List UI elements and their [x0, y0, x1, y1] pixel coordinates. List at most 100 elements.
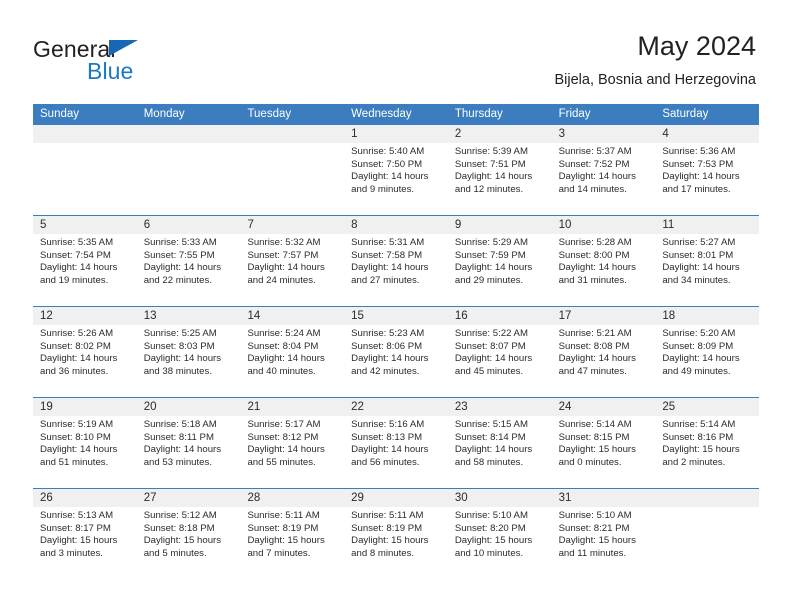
daylight-text-line2: and 58 minutes.: [454, 456, 524, 468]
calendar-day-cell[interactable]: 6 Sunrise: 5:33 AM Sunset: 7:55 PM Daylight…: [136, 216, 241, 306]
daylight-text-line2: and 31 minutes.: [558, 274, 627, 286]
sunrise-text: Sunrise: 5:21 AM: [558, 328, 632, 339]
sunrise-text: Sunrise: 5:13 AM: [40, 510, 114, 521]
calendar-day-cell[interactable]: 5 Sunrise: 5:35 AM Sunset: 7:54 PM Daylight…: [33, 216, 137, 306]
calendar-day-cell[interactable]: 7 Sunrise: 5:32 AM Sunset: 7:57 PM Daylight…: [240, 216, 345, 306]
calendar-day-cell[interactable]: 18 Sunrise: 5:20 AM Sunset: 8:09 PM Dayligh…: [655, 307, 760, 397]
daylight-text-line2: and 29 minutes.: [454, 274, 524, 286]
daylight-text-line1: Daylight: 14 hours: [40, 444, 118, 456]
sunrise-text: Sunrise: 5:10 AM: [454, 510, 528, 521]
calendar-day-cell[interactable]: 27 Sunrise: 5:12 AM Sunset: 8:18 PM Dayligh…: [136, 489, 241, 579]
daylight-text-line2: and 47 minutes.: [558, 365, 627, 377]
calendar-week-row: 5 Sunrise: 5:35 AM Sunset: 7:54 PM Daylight…: [33, 215, 760, 306]
daylight-text-line2: and 49 minutes.: [662, 365, 731, 377]
calendar-week-row: 12 Sunrise: 5:26 AM Sunset: 8:02 PM Dayligh…: [33, 306, 760, 397]
calendar-day-cell[interactable]: 13 Sunrise: 5:25 AM Sunset: 8:03 PM Dayligh…: [136, 307, 241, 397]
sunrise-text: Sunrise: 5:10 AM: [558, 510, 632, 521]
calendar-day-cell[interactable]: 30 Sunrise: 5:10 AM Sunset: 8:20 PM Dayligh…: [447, 489, 552, 579]
calendar-day-cell[interactable]: 19 Sunrise: 5:19 AM Sunset: 8:10 PM Dayligh…: [33, 398, 137, 488]
calendar-day-cell[interactable]: 25 Sunrise: 5:14 AM Sunset: 8:16 PM Dayligh…: [655, 398, 760, 488]
sun-info: Sunrise: 5:23 AM Sunset: 8:06 PM Daylight:…: [344, 325, 448, 378]
calendar-day-cell[interactable]: 21 Sunrise: 5:17 AM Sunset: 8:12 PM Dayligh…: [240, 398, 345, 488]
daylight-text-line1: Daylight: 14 hours: [351, 171, 429, 183]
calendar-day-cell[interactable]: 22 Sunrise: 5:16 AM Sunset: 8:13 PM Dayligh…: [344, 398, 448, 488]
sunset-text: Sunset: 8:16 PM: [662, 431, 734, 443]
sunset-text: Sunset: 8:04 PM: [247, 340, 319, 352]
daylight-text-line1: Daylight: 15 hours: [454, 535, 533, 547]
day-number: 12: [33, 307, 137, 325]
day-header-saturday: Saturday: [662, 108, 709, 120]
sun-info: Sunrise: 5:28 AM Sunset: 8:00 PM Daylight:…: [552, 234, 656, 287]
calendar-day-cell[interactable]: 12 Sunrise: 5:26 AM Sunset: 8:02 PM Dayligh…: [33, 307, 137, 397]
general-blue-logo[interactable]: General Blue: [33, 36, 263, 84]
calendar-day-cell[interactable]: 4 Sunrise: 5:36 AM Sunset: 7:53 PM Daylight…: [655, 125, 760, 215]
calendar-day-cell[interactable]: 16 Sunrise: 5:22 AM Sunset: 8:07 PM Dayligh…: [447, 307, 552, 397]
sunset-text: Sunset: 7:52 PM: [558, 158, 630, 170]
daylight-text-line2: and 14 minutes.: [558, 183, 627, 195]
sunset-text: Sunset: 8:12 PM: [247, 431, 319, 443]
day-header-monday: Monday: [143, 108, 185, 120]
calendar-page: General Blue May 2024 Bijela, Bosnia and…: [0, 0, 792, 612]
calendar-day-cell[interactable]: 11 Sunrise: 5:27 AM Sunset: 8:01 PM Dayligh…: [655, 216, 760, 306]
daylight-text-line2: and 9 minutes.: [351, 183, 415, 195]
sunrise-text: Sunrise: 5:36 AM: [662, 146, 736, 157]
calendar-day-cell[interactable]: 9 Sunrise: 5:29 AM Sunset: 7:59 PM Daylight…: [447, 216, 552, 306]
daylight-text-line1: Daylight: 15 hours: [662, 444, 740, 456]
sunset-text: Sunset: 8:14 PM: [454, 431, 526, 443]
daylight-text-line1: Daylight: 14 hours: [454, 262, 533, 274]
calendar-day-cell[interactable]: 26 Sunrise: 5:13 AM Sunset: 8:17 PM Dayligh…: [33, 489, 137, 579]
daylight-text-line2: and 11 minutes.: [558, 547, 627, 559]
sunrise-text: Sunrise: 5:17 AM: [247, 419, 321, 430]
calendar-day-cell[interactable]: 24 Sunrise: 5:14 AM Sunset: 8:15 PM Dayligh…: [551, 398, 656, 488]
day-number: 18: [655, 307, 760, 325]
sun-info: Sunrise: 5:16 AM Sunset: 8:13 PM Daylight:…: [344, 416, 448, 469]
day-number: 20: [136, 398, 241, 416]
logo-triangle-icon: [109, 40, 138, 56]
daylight-text-line2: and 53 minutes.: [143, 456, 212, 468]
day-number: 19: [33, 398, 137, 416]
sunset-text: Sunset: 8:13 PM: [351, 431, 423, 443]
sun-info: Sunrise: 5:22 AM Sunset: 8:07 PM Daylight:…: [448, 325, 552, 378]
calendar-day-cell[interactable]: 20 Sunrise: 5:18 AM Sunset: 8:11 PM Dayligh…: [136, 398, 241, 488]
calendar-day-cell[interactable]: 28 Sunrise: 5:11 AM Sunset: 8:19 PM Dayligh…: [240, 489, 345, 579]
calendar-day-cell[interactable]: 3 Sunrise: 5:37 AM Sunset: 7:52 PM Daylight…: [551, 125, 656, 215]
calendar-day-cell[interactable]: 14 Sunrise: 5:24 AM Sunset: 8:04 PM Dayligh…: [240, 307, 345, 397]
calendar-day-cell[interactable]: 2 Sunrise: 5:39 AM Sunset: 7:51 PM Daylight…: [447, 125, 552, 215]
day-number: 29: [344, 489, 448, 507]
day-number: 25: [655, 398, 760, 416]
day-number: 23: [447, 398, 552, 416]
day-header-wednesday: Wednesday: [351, 108, 412, 120]
calendar-day-cell[interactable]: 17 Sunrise: 5:21 AM Sunset: 8:08 PM Dayligh…: [551, 307, 656, 397]
calendar-day-cell[interactable]: 10 Sunrise: 5:28 AM Sunset: 8:00 PM Dayligh…: [551, 216, 656, 306]
sunset-text: Sunset: 8:08 PM: [558, 340, 630, 352]
page-title: May 2024: [637, 31, 756, 61]
calendar-week-row: 1 Sunrise: 5:40 AM Sunset: 7:50 PM Daylight…: [33, 125, 760, 215]
sun-info: Sunrise: 5:19 AM Sunset: 8:10 PM Daylight:…: [33, 416, 137, 469]
daylight-text-line1: Daylight: 14 hours: [143, 262, 222, 274]
calendar-day-cell[interactable]: 23 Sunrise: 5:15 AM Sunset: 8:14 PM Dayligh…: [447, 398, 552, 488]
sunrise-text: Sunrise: 5:18 AM: [143, 419, 217, 430]
sunset-text: Sunset: 8:20 PM: [454, 522, 526, 534]
day-number: 3: [551, 125, 656, 143]
calendar-day-cell-empty: [33, 125, 137, 215]
sun-info: Sunrise: 5:15 AM Sunset: 8:14 PM Daylight:…: [448, 416, 552, 469]
daylight-text-line2: and 3 minutes.: [40, 547, 103, 559]
calendar-day-cell[interactable]: 15 Sunrise: 5:23 AM Sunset: 8:06 PM Dayligh…: [344, 307, 448, 397]
sun-info: Sunrise: 5:10 AM Sunset: 8:21 PM Daylight:…: [552, 507, 656, 560]
day-number: 5: [33, 216, 137, 234]
daylight-text-line2: and 24 minutes.: [247, 274, 316, 286]
calendar-day-cell[interactable]: 31 Sunrise: 5:10 AM Sunset: 8:21 PM Dayligh…: [551, 489, 656, 579]
day-number: [136, 125, 241, 143]
daylight-text-line1: Daylight: 15 hours: [143, 535, 222, 547]
daylight-text-line1: Daylight: 15 hours: [558, 535, 636, 547]
calendar-day-cell[interactable]: 1 Sunrise: 5:40 AM Sunset: 7:50 PM Daylight…: [344, 125, 448, 215]
day-number: 9: [447, 216, 552, 234]
calendar-day-cell-empty: [136, 125, 241, 215]
daylight-text-line1: Daylight: 14 hours: [40, 262, 118, 274]
calendar-day-cell[interactable]: 29 Sunrise: 5:11 AM Sunset: 8:19 PM Dayligh…: [344, 489, 448, 579]
calendar-day-cell[interactable]: 8 Sunrise: 5:31 AM Sunset: 7:58 PM Daylight…: [344, 216, 448, 306]
daylight-text-line2: and 2 minutes.: [662, 456, 726, 468]
day-number: 22: [344, 398, 448, 416]
day-of-week-header-row: Sunday Monday Tuesday Wednesday Thursday…: [33, 104, 759, 125]
daylight-text-line1: Daylight: 14 hours: [662, 171, 740, 183]
